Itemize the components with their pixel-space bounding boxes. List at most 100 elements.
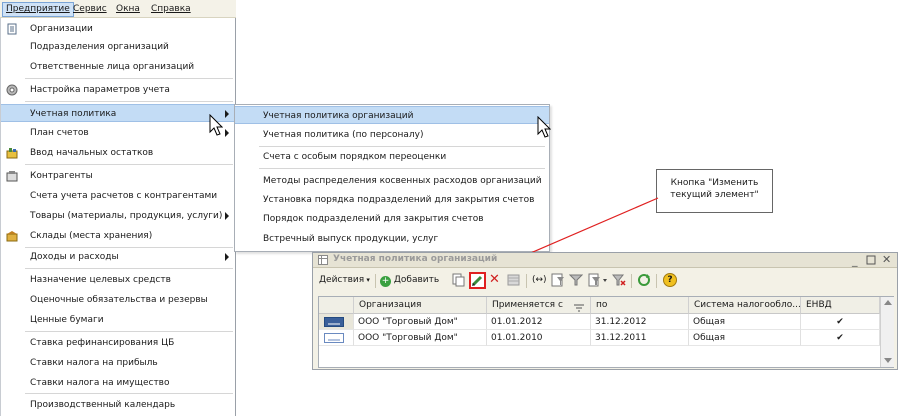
menu-item-organizations[interactable]: Организации: [1, 20, 235, 38]
menu-separator: [25, 268, 233, 269]
column-header-label: Применяется с: [492, 300, 563, 310]
window-title-bar: Учетная политика организаций _ ✕: [313, 253, 897, 268]
toolbar-separator: [656, 274, 657, 288]
submenu-item-indirect-cost-methods[interactable]: Методы распределения косвенных расходов …: [235, 172, 549, 190]
menu-separator: [25, 393, 233, 394]
column-header-icon: [319, 297, 354, 314]
menu-item-label: Ценные бумаги: [30, 315, 104, 325]
menu-item-warehouses[interactable]: Склады (места хранения): [1, 227, 235, 245]
minimize-icon[interactable]: _: [852, 254, 858, 267]
menu-item-property-tax-rates[interactable]: Ставки налога на имущество: [1, 374, 235, 392]
menu-service[interactable]: Сервис: [70, 3, 110, 16]
accounting-policy-submenu: Учетная политика организаций Учетная пол…: [234, 104, 550, 252]
menu-separator: [25, 78, 233, 79]
column-header-tax-system[interactable]: Система налогообло...: [689, 297, 801, 314]
clear-filter-icon[interactable]: [611, 273, 626, 287]
menu-item-responsible-persons[interactable]: Ответственные лица организаций: [1, 58, 235, 76]
menu-item-subdivisions[interactable]: Подразделения организаций: [1, 38, 235, 56]
menu-item-estimated-liabilities[interactable]: Оценочные обязательства и резервы: [1, 291, 235, 309]
record-icon: [324, 333, 344, 343]
menu-bar: Предприятие Сервис Окна Справка: [0, 0, 236, 18]
menu-item-label: Подразделения организаций: [30, 42, 169, 52]
column-header-applies-from[interactable]: Применяется с: [487, 297, 591, 314]
column-header-organization[interactable]: Организация: [354, 297, 487, 314]
delete-icon[interactable]: ✕: [489, 273, 503, 287]
menu-item-securities[interactable]: Ценные бумаги: [1, 311, 235, 329]
window-title: Учетная политика организаций: [333, 254, 498, 264]
pencil-icon: [471, 275, 483, 287]
toolbar-separator: [375, 274, 376, 288]
vertical-scrollbar[interactable]: [880, 297, 894, 367]
filter-settings-icon[interactable]: [551, 273, 565, 287]
menu-item-label: Ответственные лица организаций: [30, 62, 195, 72]
menu-item-label: Ставки налога на имущество: [30, 378, 170, 388]
filter-icon[interactable]: [568, 273, 584, 287]
contractors-icon: [6, 170, 18, 182]
menu-separator: [259, 146, 545, 147]
filter-by-value-icon[interactable]: [588, 273, 608, 287]
menu-item-accounting-settings[interactable]: Настройка параметров учета: [1, 81, 235, 99]
help-icon[interactable]: ?: [663, 273, 677, 287]
menu-item-opening-balances[interactable]: Ввод начальных остатков: [1, 144, 235, 162]
column-header-to[interactable]: по: [591, 297, 689, 314]
add-button[interactable]: + Добавить: [380, 272, 439, 289]
mouse-cursor-icon: [209, 114, 223, 136]
callout-line: текущий элемент": [670, 190, 759, 200]
submenu-item-personnel-accounting-policy[interactable]: Учетная политика (по персоналу): [235, 126, 549, 144]
menu-separator: [25, 164, 233, 165]
menu-item-contractors[interactable]: Контрагенты: [1, 167, 235, 185]
refresh-icon[interactable]: [637, 273, 651, 287]
actions-menu-button[interactable]: Действия ▾: [319, 272, 370, 289]
interval-icon[interactable]: (↔): [532, 273, 547, 287]
menu-item-goods[interactable]: Товары (материалы, продукция, услуги): [1, 207, 235, 225]
menu-item-label: Контрагенты: [30, 171, 93, 181]
menu-help[interactable]: Справка: [148, 3, 194, 16]
opening-balances-icon: [6, 147, 18, 159]
cell-organization: ООО "Торговый Дом": [354, 330, 487, 346]
close-icon[interactable]: ✕: [882, 253, 891, 266]
submenu-item-closing-order[interactable]: Порядок подразделений для закрытия счето…: [235, 210, 549, 228]
menu-separator: [25, 101, 233, 102]
cell-to: 31.12.2011: [591, 330, 689, 346]
scroll-down-icon[interactable]: [884, 358, 892, 363]
menu-item-refinancing-rate[interactable]: Ставка рефинансирования ЦБ: [1, 334, 235, 352]
form-toolbar: Действия ▾ + Добавить ✕ (↔) ?: [313, 269, 897, 293]
cell-organization: ООО "Торговый Дом": [354, 314, 487, 330]
accounting-policy-window: Учетная политика организаций _ ✕ Действи…: [312, 252, 898, 370]
menu-enterprise[interactable]: Предприятие: [2, 2, 74, 17]
menu-item-settlement-accounts[interactable]: Счета учета расчетов с контрагентами: [1, 187, 235, 205]
form-icon: [318, 255, 328, 265]
menu-windows[interactable]: Окна: [113, 3, 143, 16]
menu-item-label: Склады (места хранения): [30, 231, 153, 241]
submenu-item-org-accounting-policy[interactable]: Учетная политика организаций: [235, 106, 549, 124]
menu-item-label: Назначение целевых средств: [30, 275, 171, 285]
menu-item-income-expenses[interactable]: Доходы и расходы: [1, 248, 235, 266]
policy-table: Организация Применяется с по Система нал…: [318, 296, 894, 368]
menu-item-profit-tax-rates[interactable]: Ставки налога на прибыль: [1, 354, 235, 372]
submenu-arrow-icon: [225, 253, 229, 261]
enterprise-dropdown-menu: Организации Подразделения организаций От…: [0, 18, 236, 416]
callout-edit-button: Кнопка "Изменить текущий элемент": [656, 169, 773, 213]
submenu-arrow-icon: [225, 212, 229, 220]
menu-item-label: Товары (материалы, продукция, услуги): [30, 211, 223, 221]
submenu-item-revaluation-accounts[interactable]: Счета с особым порядком переоценки: [235, 148, 549, 166]
column-header-envd[interactable]: ЕНВД: [801, 297, 880, 314]
cell-tax-system: Общая: [689, 330, 801, 346]
mark-deletion-icon[interactable]: [507, 273, 521, 287]
submenu-item-label: Учетная политика организаций: [263, 111, 414, 121]
submenu-item-set-closing-order[interactable]: Установка порядка подразделений для закр…: [235, 191, 549, 209]
menu-item-accounting-policy[interactable]: Учетная политика: [1, 104, 235, 122]
sort-icon: [574, 302, 584, 312]
menu-item-label: Организации: [30, 24, 93, 34]
cell-applies-from: 01.01.2010: [487, 330, 591, 346]
submenu-item-label: Учетная политика (по персоналу): [263, 130, 424, 140]
maximize-icon[interactable]: [866, 254, 876, 265]
edit-button[interactable]: [469, 272, 486, 289]
copy-icon[interactable]: [451, 273, 465, 287]
menu-item-chart-of-accounts[interactable]: План счетов: [1, 124, 235, 142]
menu-item-label: Учетная политика: [30, 109, 117, 119]
menu-item-production-calendar[interactable]: Производственный календарь: [1, 396, 235, 414]
menu-item-target-funds[interactable]: Назначение целевых средств: [1, 271, 235, 289]
submenu-item-counter-production[interactable]: Встречный выпуск продукции, услуг: [235, 230, 549, 248]
scroll-up-icon[interactable]: [884, 300, 892, 305]
